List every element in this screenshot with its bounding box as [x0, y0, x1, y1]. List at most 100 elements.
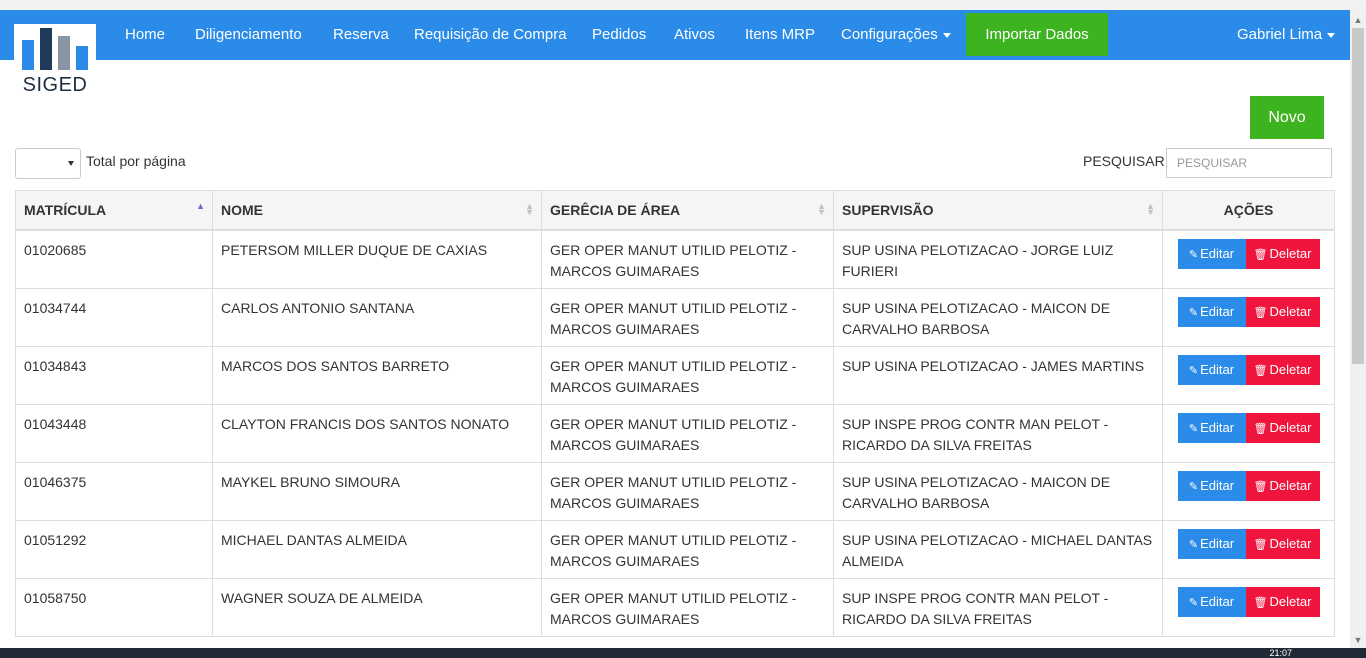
edit-button[interactable]: ✎ Editar: [1177, 412, 1246, 443]
new-record-button[interactable]: Novo: [1250, 96, 1324, 139]
caret-down-icon: [942, 32, 951, 38]
cell-gerencia: GER OPER MANUT UTILID PELOTIZ - MARCOS G…: [541, 345, 834, 405]
employees-table: MATRÍCULA ▲ NOME ▲ ▼ GERÊCIA DE ÁREA ▲ ▼ SUPE…: [15, 190, 1335, 637]
column-header-matricula[interactable]: MATRÍCULA ▲: [15, 190, 213, 231]
edit-icon: ✎: [1188, 422, 1199, 435]
cell-gerencia: GER OPER MANUT UTILID PELOTIZ - MARCOS G…: [541, 287, 834, 347]
cell-acoes: ✎ Editar 🗑 Deletar: [1162, 229, 1335, 289]
table-row: 01034744 CARLOS ANTONIO SANTANA GER OPER M…: [15, 287, 1335, 347]
column-header-acoes: AÇÕES: [1162, 190, 1335, 231]
delete-button[interactable]: 🗑 Deletar: [1245, 412, 1320, 443]
cell-supervisao: SUP USINA PELOTIZACAO - MAICON DE CARVAL…: [833, 461, 1163, 521]
user-menu-dropdown[interactable]: Gabriel Lima: [1237, 10, 1336, 60]
trash-icon: 🗑: [1253, 480, 1268, 493]
cell-gerencia: GER OPER MANUT UTILID PELOTIZ - MARCOS G…: [541, 461, 834, 521]
delete-button[interactable]: 🗑 Deletar: [1245, 296, 1320, 327]
nav-itens-mrp[interactable]: Itens MRP: [745, 10, 815, 60]
cell-nome: PETERSOM MILLER DUQUE DE CAXIAS: [212, 229, 542, 289]
cell-acoes: ✎ Editar 🗑 Deletar: [1162, 287, 1335, 347]
cell-nome: CARLOS ANTONIO SANTANA: [212, 287, 542, 347]
edit-label: Editar: [1200, 419, 1235, 435]
edit-label: Editar: [1200, 477, 1235, 493]
scroll-down-arrow-icon[interactable]: ▼: [1350, 634, 1366, 646]
cell-supervisao: SUP INSPE PROG CONTR MAN PELOT - RICARDO…: [833, 577, 1163, 637]
cell-acoes: ✎ Editar 🗑 Deletar: [1162, 461, 1335, 521]
nav-home[interactable]: Home: [125, 10, 165, 60]
edit-icon: ✎: [1188, 480, 1199, 493]
nav-configuracoes-dropdown[interactable]: Configurações: [841, 10, 951, 60]
cell-nome: WAGNER SOUZA DE ALMEIDA: [212, 577, 542, 637]
column-header-supervisao[interactable]: SUPERVISÃO ▲ ▼: [833, 190, 1163, 231]
edit-label: Editar: [1200, 303, 1235, 319]
caret-down-icon: [1327, 32, 1336, 38]
cell-gerencia: GER OPER MANUT UTILID PELOTIZ - MARCOS G…: [541, 229, 834, 289]
table-row: 01051292 MICHAEL DANTAS ALMEIDA GER OPER M…: [15, 519, 1335, 579]
cell-gerencia: GER OPER MANUT UTILID PELOTIZ - MARCOS G…: [541, 577, 834, 637]
page-scrollbar[interactable]: ▲ ▼: [1350, 10, 1366, 648]
cell-supervisao: SUP USINA PELOTIZACAO - MAICON DE CARVAL…: [833, 287, 1163, 347]
edit-button[interactable]: ✎ Editar: [1177, 470, 1246, 501]
cell-nome: MARCOS DOS SANTOS BARRETO: [212, 345, 542, 405]
search-label: PESQUISAR:: [1083, 153, 1169, 169]
cell-acoes: ✎ Editar 🗑 Deletar: [1162, 403, 1335, 463]
trash-icon: 🗑: [1253, 364, 1268, 377]
nav-requisicao-de-compra[interactable]: Requisição de Compra: [414, 10, 567, 60]
delete-button[interactable]: 🗑 Deletar: [1245, 528, 1320, 559]
cell-matricula: 01020685: [15, 229, 213, 289]
nav-ativos[interactable]: Ativos: [674, 10, 715, 60]
edit-icon: ✎: [1188, 596, 1199, 609]
logo-bars-icon: [20, 28, 90, 70]
table-row: 01046375 MAYKEL BRUNO SIMOURA GER OPER MAN…: [15, 461, 1335, 521]
nav-diligenciamento[interactable]: Diligenciamento: [195, 10, 302, 60]
trash-icon: 🗑: [1253, 249, 1268, 261]
cell-nome: MICHAEL DANTAS ALMEIDA: [212, 519, 542, 579]
scroll-up-arrow-icon[interactable]: ▲: [1350, 14, 1366, 26]
select-arrow-icon: [68, 161, 74, 166]
column-header-nome[interactable]: NOME ▲ ▼: [212, 190, 542, 231]
cell-matricula: 01043448: [15, 403, 213, 463]
cell-matricula: 01034744: [15, 287, 213, 347]
per-page-select[interactable]: [15, 148, 81, 179]
search-input[interactable]: [1166, 148, 1332, 178]
edit-label: Editar: [1200, 361, 1235, 377]
cell-matricula: 01034843: [15, 345, 213, 405]
logo-text: SIGED: [22, 74, 88, 96]
sort-asc-icon: ▲: [196, 201, 205, 211]
edit-button[interactable]: ✎ Editar: [1177, 296, 1246, 327]
cell-supervisao: SUP USINA PELOTIZACAO - JORGE LUIZ FURIE…: [833, 229, 1163, 289]
cell-matricula: 01051292: [15, 519, 213, 579]
delete-button[interactable]: 🗑 Deletar: [1245, 586, 1320, 617]
cell-supervisao: SUP USINA PELOTIZACAO - MICHAEL DANTAS A…: [833, 519, 1163, 579]
edit-button[interactable]: ✎ Editar: [1177, 354, 1246, 385]
siged-logo[interactable]: SIGED: [14, 24, 96, 98]
table-header-row: MATRÍCULA ▲ NOME ▲ ▼ GERÊCIA DE ÁREA ▲ ▼ SUPE…: [15, 190, 1335, 231]
delete-button[interactable]: 🗑 Deletar: [1245, 354, 1320, 385]
edit-button[interactable]: ✎ Editar: [1177, 239, 1246, 269]
edit-button[interactable]: ✎ Editar: [1177, 586, 1246, 617]
taskbar-clock: 21:07: [1269, 648, 1292, 658]
edit-icon: ✎: [1188, 306, 1199, 319]
delete-label: Deletar: [1269, 477, 1312, 493]
table-row: 01034843 MARCOS DOS SANTOS BARRETO GER OPE…: [15, 345, 1335, 405]
nav-reserva[interactable]: Reserva: [333, 10, 389, 60]
nav-pedidos[interactable]: Pedidos: [592, 10, 646, 60]
import-data-button[interactable]: Importar Dados: [966, 13, 1108, 56]
edit-button[interactable]: ✎ Editar: [1177, 528, 1246, 559]
delete-label: Deletar: [1269, 361, 1312, 377]
delete-button[interactable]: 🗑 Deletar: [1245, 470, 1320, 501]
scrollbar-thumb[interactable]: [1352, 28, 1364, 364]
cell-nome: CLAYTON FRANCIS DOS SANTOS NONATO: [212, 403, 542, 463]
cell-matricula: 01046375: [15, 461, 213, 521]
delete-label: Deletar: [1269, 535, 1312, 551]
trash-icon: 🗑: [1253, 306, 1268, 319]
user-name: Gabriel Lima: [1237, 26, 1323, 43]
delete-button[interactable]: 🗑 Deletar: [1245, 239, 1320, 269]
table-row: 01043448 CLAYTON FRANCIS DOS SANTOS NONAT…: [15, 403, 1335, 463]
edit-label: Editar: [1200, 246, 1235, 261]
sort-icon: ▲ ▼: [817, 201, 826, 217]
cell-acoes: ✎ Editar 🗑 Deletar: [1162, 519, 1335, 579]
column-header-gerencia[interactable]: GERÊCIA DE ÁREA ▲ ▼: [541, 190, 834, 231]
cell-supervisao: SUP INSPE PROG CONTR MAN PELOT - RICARDO…: [833, 403, 1163, 463]
nav-configuracoes-label: Configurações: [841, 26, 938, 43]
table-row: 01020685 PETERSOM MILLER DUQUE DE CAXIAS G…: [15, 229, 1335, 289]
